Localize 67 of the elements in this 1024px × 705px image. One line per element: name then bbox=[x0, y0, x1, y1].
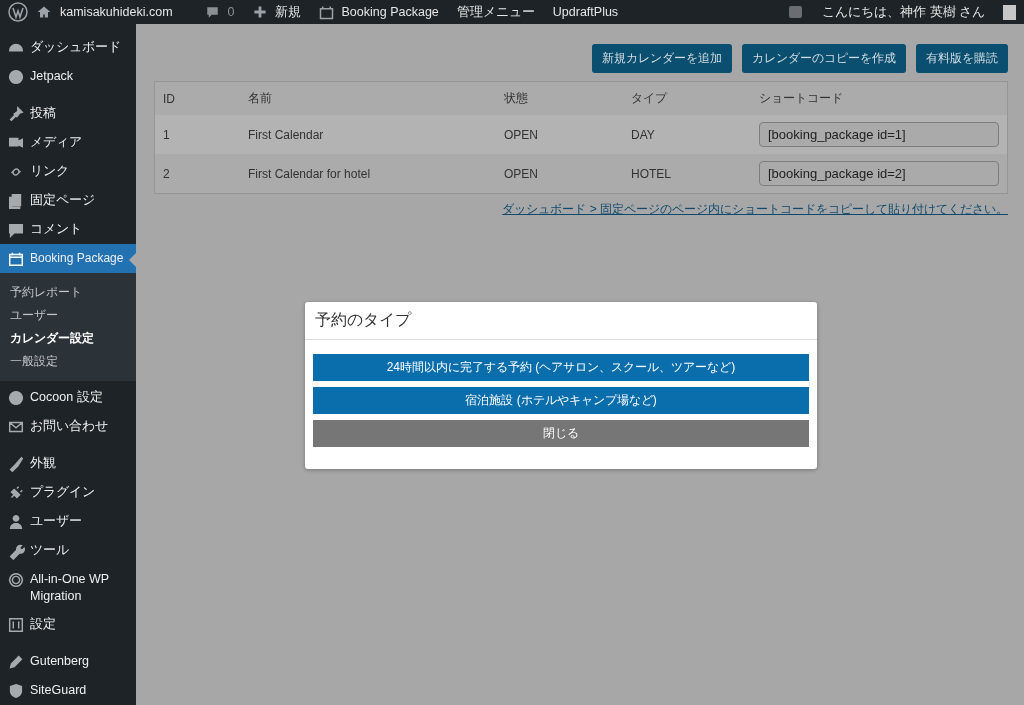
submenu-item[interactable]: 予約レポート bbox=[0, 281, 136, 304]
sidebar-item[interactable]: リンク bbox=[0, 157, 136, 186]
ring-icon bbox=[7, 571, 25, 589]
table-cell-text: 1 bbox=[163, 127, 171, 142]
sidebar-item[interactable]: Booking Package bbox=[0, 244, 136, 273]
sidebar-item[interactable]: ダッシュボード bbox=[0, 33, 136, 62]
shield-icon bbox=[7, 682, 25, 700]
sidebar-item[interactable]: All-in-One WP Migration bbox=[0, 565, 136, 610]
column-header: 名前 bbox=[248, 90, 273, 107]
comment-count[interactable]: 0 bbox=[227, 5, 235, 19]
table-cell-text: First Calendar bbox=[248, 127, 325, 142]
wrench-icon bbox=[7, 542, 25, 560]
submenu-item[interactable]: ユーザー bbox=[0, 304, 136, 327]
table-cell-text: OPEN bbox=[504, 166, 539, 181]
column-header: 状態 bbox=[504, 90, 529, 107]
sidebar-item[interactable]: SiteGuard bbox=[0, 676, 136, 705]
column-header: タイプ bbox=[631, 90, 669, 107]
avatar-placeholder[interactable] bbox=[1003, 4, 1016, 20]
notification-icon[interactable] bbox=[789, 6, 803, 18]
greeting-link[interactable]: こんにちは、神作 英樹 さん bbox=[822, 3, 985, 21]
table-cell-text: DAY bbox=[631, 127, 656, 142]
calendar-icon bbox=[7, 250, 25, 268]
sidebar-item[interactable]: お問い合わせ bbox=[0, 412, 136, 441]
column-header: ID bbox=[163, 91, 176, 106]
sidebar-item[interactable]: 外観 bbox=[0, 449, 136, 478]
table-cell-text: HOTEL bbox=[631, 166, 672, 181]
sidebar-item[interactable]: ツール bbox=[0, 536, 136, 565]
sidebar-item[interactable]: 設定 bbox=[0, 610, 136, 639]
home-icon bbox=[36, 4, 52, 20]
hint-link[interactable]: ダッシュボード > 固定ページのページ内にショートコードをコピーして貼り付けてください。 bbox=[502, 202, 1008, 216]
shortcode-field[interactable]: [booking_package id=1] bbox=[759, 122, 999, 147]
sidebar-item[interactable]: 固定ページ bbox=[0, 186, 136, 215]
submenu-item[interactable]: 一般設定 bbox=[0, 350, 136, 373]
sidebar-item[interactable]: プラグイン bbox=[0, 478, 136, 507]
action-button[interactable]: 新規カレンダーを追加 bbox=[592, 44, 732, 73]
action-button[interactable]: 有料版を購読 bbox=[916, 44, 1008, 73]
sidebar-item[interactable]: Jetpack bbox=[0, 62, 136, 91]
plus-icon bbox=[252, 5, 267, 19]
wordpress-logo-icon[interactable] bbox=[8, 2, 28, 22]
shortcode-field[interactable]: [booking_package id=2] bbox=[759, 161, 999, 186]
sidebar-item[interactable]: 投稿 bbox=[0, 99, 136, 128]
table-cell-text: OPEN bbox=[504, 127, 539, 142]
admin-menu-link[interactable]: 管理メニュー bbox=[456, 3, 535, 21]
new-link[interactable]: 新規 bbox=[274, 3, 301, 21]
sidebar-item[interactable]: Cocoon 設定 bbox=[0, 383, 136, 412]
dialog-button[interactable]: 宿泊施設 (ホテルやキャンプ場など) bbox=[313, 387, 809, 414]
table-cell-text: 2 bbox=[163, 166, 171, 181]
sidebar-item[interactable]: コメント bbox=[0, 215, 136, 244]
pin-icon bbox=[7, 105, 25, 123]
action-button[interactable]: カレンダーのコピーを作成 bbox=[742, 44, 906, 73]
plugin-link[interactable]: Booking Package bbox=[341, 5, 439, 19]
column-header: ショートコード bbox=[759, 90, 844, 107]
sidebar-item[interactable]: メディア bbox=[0, 128, 136, 157]
sidebar-item[interactable]: Gutenberg bbox=[0, 647, 136, 676]
dialog-button[interactable]: 閉じる bbox=[313, 420, 809, 447]
calendar-icon bbox=[318, 4, 334, 20]
table-cell-text: First Calendar for hotel bbox=[248, 166, 372, 181]
speech-bubble-icon bbox=[204, 4, 220, 20]
dialog-title: 予約のタイプ bbox=[305, 302, 817, 340]
speech-bubble-icon bbox=[7, 221, 25, 239]
dialog-button[interactable]: 24時間以内に完了する予約 (ヘアサロン、スクール、ツアーなど) bbox=[313, 354, 809, 381]
site-link[interactable]: kamisakuhideki.com bbox=[60, 5, 173, 19]
person-icon bbox=[7, 513, 25, 531]
updraft-link[interactable]: UpdraftPlus bbox=[552, 5, 619, 19]
submenu-item[interactable]: カレンダー設定 bbox=[0, 327, 136, 350]
sidebar-item[interactable]: ユーザー bbox=[0, 507, 136, 536]
pencil-icon bbox=[7, 653, 25, 671]
